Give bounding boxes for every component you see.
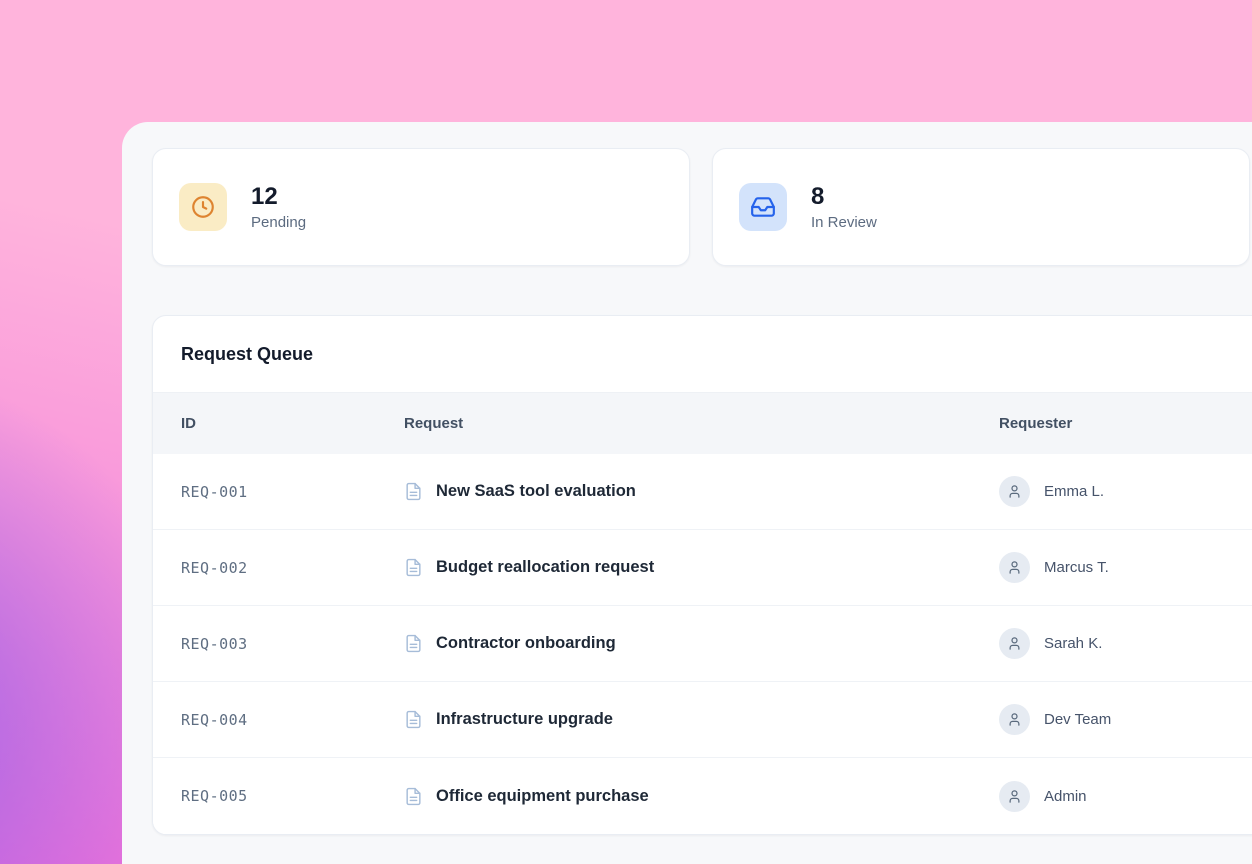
table-header: ID Request Requester [153, 393, 1252, 454]
avatar [999, 781, 1030, 812]
request-id: REQ-002 [181, 559, 404, 577]
requester-name: Marcus T. [1044, 559, 1109, 576]
file-text-icon [404, 710, 423, 729]
request-id: REQ-003 [181, 635, 404, 653]
table-title: Request Queue [153, 316, 1252, 393]
stat-label: Pending [251, 214, 306, 231]
column-header-request: Request [404, 415, 999, 432]
request-cell: Budget reallocation request [404, 558, 999, 577]
requester-name: Sarah K. [1044, 635, 1102, 652]
request-cell: Contractor onboarding [404, 634, 999, 653]
requester-cell: Admin [999, 781, 1252, 812]
stat-card-in-review: 8 In Review [712, 148, 1250, 266]
file-text-icon [404, 558, 423, 577]
requester-cell: Sarah K. [999, 628, 1252, 659]
requester-name: Admin [1044, 788, 1087, 805]
requester-cell: Emma L. [999, 476, 1252, 507]
column-header-id: ID [181, 415, 404, 432]
inbox-icon [739, 183, 787, 231]
stat-label: In Review [811, 214, 877, 231]
request-cell: Office equipment purchase [404, 787, 999, 806]
requester-cell: Marcus T. [999, 552, 1252, 583]
requester-cell: Dev Team [999, 704, 1252, 735]
table-row[interactable]: REQ-005 Office equipment purchase [153, 758, 1252, 834]
avatar [999, 552, 1030, 583]
clock-icon [179, 183, 227, 231]
request-cell: Infrastructure upgrade [404, 710, 999, 729]
request-title: Office equipment purchase [436, 787, 649, 806]
request-title: Infrastructure upgrade [436, 710, 613, 729]
avatar [999, 704, 1030, 735]
avatar [999, 628, 1030, 659]
file-text-icon [404, 634, 423, 653]
stat-card-pending: 12 Pending [152, 148, 690, 266]
table-row[interactable]: REQ-003 Contractor onboarding [153, 606, 1252, 682]
stat-value: 12 [251, 183, 306, 211]
table-row[interactable]: REQ-002 Budget reallocation request [153, 530, 1252, 606]
stat-text: 8 In Review [811, 183, 877, 232]
table-row[interactable]: REQ-004 Infrastructure upgrade [153, 682, 1252, 758]
request-id: REQ-001 [181, 483, 404, 501]
requester-name: Emma L. [1044, 483, 1104, 500]
column-header-requester: Requester [999, 415, 1252, 432]
stat-text: 12 Pending [251, 183, 306, 232]
request-title: Budget reallocation request [436, 558, 654, 577]
request-title: Contractor onboarding [436, 634, 616, 653]
request-title: New SaaS tool evaluation [436, 482, 636, 501]
table-row[interactable]: REQ-001 New SaaS tool evaluation [153, 454, 1252, 530]
stat-value: 8 [811, 183, 877, 211]
request-id: REQ-004 [181, 711, 404, 729]
file-text-icon [404, 482, 423, 501]
avatar [999, 476, 1030, 507]
request-cell: New SaaS tool evaluation [404, 482, 999, 501]
main-panel: 12 Pending 8 In Review Request Q [122, 122, 1252, 864]
background: 12 Pending 8 In Review Request Q [0, 0, 1252, 864]
request-queue-card: Request Queue ID Request Requester REQ-0… [152, 315, 1252, 835]
request-id: REQ-005 [181, 787, 404, 805]
file-text-icon [404, 787, 423, 806]
requester-name: Dev Team [1044, 711, 1111, 728]
stats-row: 12 Pending 8 In Review [152, 148, 1252, 266]
